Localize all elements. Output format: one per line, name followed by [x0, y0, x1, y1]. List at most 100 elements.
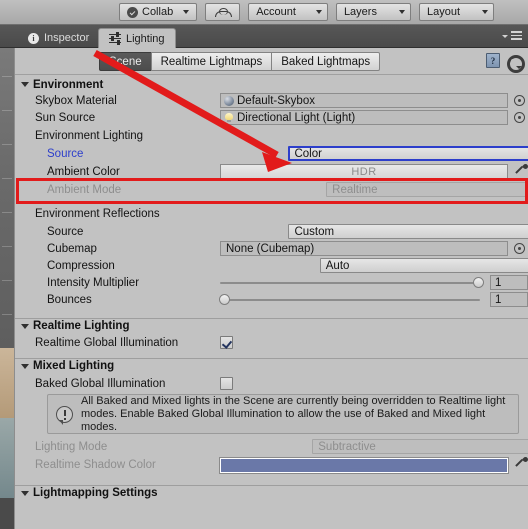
row-skybox-material: Skybox Material Default-Skybox — [15, 92, 528, 109]
account-label: Account — [256, 6, 296, 18]
lighting-sliders-icon — [109, 32, 121, 45]
collab-label: Collab — [142, 6, 174, 18]
chevron-down-icon — [482, 10, 488, 14]
tab-lighting[interactable]: Lighting — [98, 28, 176, 48]
label-lighting-mode: Lighting Mode — [35, 440, 108, 453]
sun-source-picker-icon[interactable] — [514, 112, 525, 123]
adjacent-panel-sliver — [0, 48, 14, 529]
cubemap-picker-icon[interactable] — [514, 243, 525, 254]
reflections-source-popup[interactable]: Custom — [288, 224, 528, 239]
chevron-down-icon — [183, 10, 190, 14]
ambient-mode-popup: Realtime — [326, 182, 528, 197]
warning-helpbox-text: All Baked and Mixed lights in the Scene … — [81, 394, 506, 433]
row-compression: Compression Auto — [15, 257, 528, 274]
gear-icon[interactable] — [506, 54, 525, 73]
lightmap-mode-tabs: Scene Realtime Lightmaps Baked Lightmaps — [99, 52, 381, 71]
label-skybox-material: Skybox Material — [35, 94, 117, 107]
section-header-mixed-lighting[interactable]: Mixed Lighting — [15, 358, 528, 373]
sun-source-value: Directional Light (Light) — [237, 111, 356, 124]
ambient-mode-value: Realtime — [332, 183, 378, 196]
intensity-multiplier-slider-handle[interactable] — [473, 277, 484, 288]
warning-icon — [56, 405, 73, 425]
bounces-slider-track[interactable] — [220, 299, 480, 301]
label-bounces: Bounces — [47, 293, 92, 306]
lighting-mode-value: Subtractive — [318, 440, 376, 453]
warning-helpbox: All Baked and Mixed lights in the Scene … — [47, 394, 519, 434]
layout-button[interactable]: Layout — [418, 3, 494, 21]
cubemap-field[interactable]: None (Cubemap) — [220, 241, 508, 256]
section-title-mixed-lighting: Mixed Lighting — [33, 360, 115, 372]
label-reflections-source: Source — [47, 225, 84, 238]
row-reflections-source: Source Custom — [15, 223, 528, 240]
eyedropper-icon[interactable] — [515, 457, 528, 470]
environment-lighting-source-value: Color — [294, 147, 322, 160]
section-header-environment[interactable]: Environment — [15, 77, 528, 92]
scene-view-edge — [0, 48, 14, 348]
baked-gi-checkbox[interactable] — [220, 377, 233, 390]
label-realtime-shadow-color: Realtime Shadow Color — [35, 459, 156, 471]
lighting-window-header: Scene Realtime Lightmaps Baked Lightmaps… — [15, 48, 528, 74]
collab-check-icon — [127, 6, 138, 18]
material-sphere-icon — [224, 95, 234, 106]
compression-value: Auto — [325, 259, 350, 272]
foldout-triangle-icon — [21, 363, 29, 369]
tab-realtime-lightmaps[interactable]: Realtime Lightmaps — [150, 52, 273, 71]
chevron-down-icon — [315, 10, 322, 14]
row-ambient-mode: Ambient Mode Realtime — [15, 181, 528, 198]
intensity-multiplier-control: 1 — [220, 275, 528, 290]
light-bulb-icon — [224, 112, 234, 123]
editor-toolbar: Collab Account Layers Layout — [0, 0, 528, 25]
tab-inspector[interactable]: i Inspector — [18, 28, 99, 48]
tab-baked-lightmaps[interactable]: Baked Lightmaps — [271, 52, 381, 71]
label-realtime-gi: Realtime Global Illumination — [35, 336, 179, 349]
foldout-triangle-icon — [21, 82, 29, 87]
skybox-material-picker-icon[interactable] — [514, 95, 525, 106]
window-menu-button[interactable] — [502, 31, 522, 42]
bounces-slider-handle[interactable] — [219, 294, 230, 305]
window-tab-strip: i Inspector Lighting — [0, 25, 528, 48]
row-realtime-shadow-color: Realtime Shadow Color — [15, 455, 528, 475]
group-label-environment-lighting: Environment Lighting — [35, 129, 144, 142]
label-compression: Compression — [47, 259, 115, 272]
panel-header-icons: ? — [486, 53, 525, 73]
reflections-source-value: Custom — [294, 225, 335, 238]
realtime-gi-checkbox[interactable] — [220, 336, 233, 349]
hamburger-menu-icon — [511, 31, 522, 42]
collab-button[interactable]: Collab — [119, 3, 198, 21]
section-header-lightmapping-settings[interactable]: Lightmapping Settings — [15, 485, 528, 500]
compression-popup[interactable]: Auto — [319, 258, 528, 273]
chevron-down-icon — [502, 34, 508, 38]
lighting-settings-scroll[interactable]: Environment Skybox Material Default-Skyb… — [15, 74, 528, 529]
eyedropper-icon[interactable] — [515, 164, 528, 177]
tab-scene[interactable]: Scene — [99, 52, 152, 71]
ambient-color-row: Ambient Color HDR — [15, 162, 528, 181]
info-icon: i — [28, 32, 39, 44]
row-bounces: Bounces 1 — [15, 291, 528, 308]
layers-button[interactable]: Layers — [335, 3, 411, 21]
intensity-multiplier-value[interactable]: 1 — [490, 275, 528, 290]
section-header-realtime-lighting[interactable]: Realtime Lighting — [15, 318, 528, 333]
lighting-mode-popup: Subtractive — [312, 439, 528, 454]
section-title-lightmapping-settings: Lightmapping Settings — [33, 487, 158, 499]
scene-view-edge-ground — [0, 348, 14, 418]
layout-label: Layout — [426, 6, 460, 18]
realtime-shadow-color-swatch[interactable] — [219, 456, 509, 474]
layers-label: Layers — [343, 6, 377, 18]
row-realtime-gi: Realtime Global Illumination — [15, 333, 528, 352]
label-cubemap: Cubemap — [47, 242, 97, 255]
label-sun-source: Sun Source — [35, 111, 96, 124]
row-lighting-mode: Lighting Mode Subtractive — [15, 438, 528, 455]
intensity-multiplier-slider-track[interactable] — [220, 282, 480, 284]
cloud-icon — [215, 7, 233, 17]
account-button[interactable]: Account — [248, 3, 328, 21]
bounces-value[interactable]: 1 — [490, 292, 528, 307]
ambient-color-field[interactable]: HDR — [220, 164, 508, 179]
tab-inspector-label: Inspector — [44, 32, 90, 44]
sun-source-field[interactable]: Directional Light (Light) — [220, 110, 508, 125]
environment-lighting-source-popup[interactable]: Color — [288, 146, 528, 161]
help-book-icon[interactable]: ? — [486, 53, 500, 68]
cloud-button[interactable] — [205, 3, 241, 21]
foldout-triangle-icon — [21, 490, 29, 496]
label-ambient-color: Ambient Color — [47, 165, 120, 178]
skybox-material-field[interactable]: Default-Skybox — [220, 93, 508, 108]
